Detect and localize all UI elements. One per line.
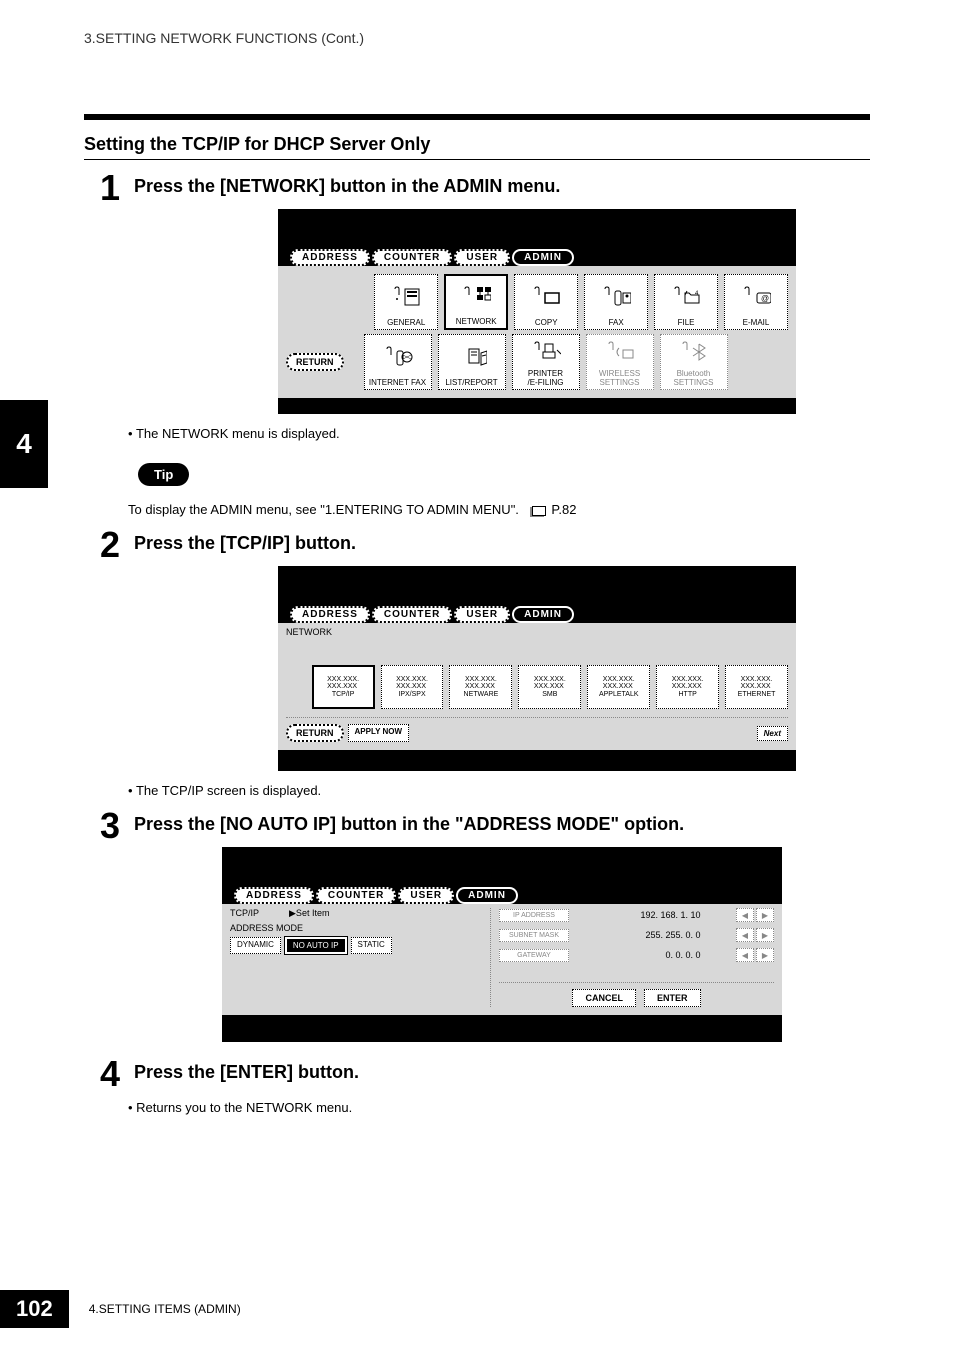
tab-admin[interactable]: ADMIN: [456, 887, 518, 904]
subnet-left-arrow[interactable]: ◀: [736, 928, 754, 942]
tab-address[interactable]: ADDRESS: [234, 887, 314, 904]
apply-now-button[interactable]: APPLY NOW: [348, 724, 410, 742]
ipxspx-button[interactable]: XXX.XXX. XXX.XXXIPX/SPX: [381, 665, 444, 709]
list-report-button[interactable]: LIST/REPORT: [438, 334, 506, 390]
ip-address-value: 192. 168. 1. 10: [603, 910, 703, 920]
tab-counter[interactable]: COUNTER: [372, 606, 452, 623]
gateway-left-arrow[interactable]: ◀: [736, 948, 754, 962]
step-title: Press the [ENTER] button.: [134, 1056, 870, 1083]
static-button[interactable]: STATIC: [351, 937, 392, 954]
ip-right-arrow[interactable]: ▶: [756, 908, 774, 922]
internet-fax-button[interactable]: INTERNET FAX: [364, 334, 432, 390]
tcpip-screenshot: ADDRESS COUNTER USER ADMIN TCP/IP ▶Set I…: [222, 847, 782, 1042]
subnet-value: 255. 255. 0. 0: [603, 930, 703, 940]
cancel-button[interactable]: CANCEL: [572, 989, 636, 1007]
internet-fax-icon: [383, 337, 413, 378]
gateway-value: 0. 0. 0. 0: [603, 950, 703, 960]
tcpip-breadcrumb: TCP/IP: [230, 908, 259, 919]
bluetooth-icon: [679, 337, 709, 369]
tcpip-button[interactable]: XXX.XXX. XXX.XXXTCP/IP: [312, 665, 375, 709]
list-report-icon: [457, 337, 487, 378]
step-number: 2: [100, 527, 124, 775]
copy-button[interactable]: COPY: [514, 274, 578, 330]
step-title: Press the [TCP/IP] button.: [134, 527, 870, 554]
step-title: Press the [NETWORK] button in the ADMIN …: [134, 170, 870, 197]
file-icon: 4: [671, 277, 701, 318]
network-menu-screenshot: ADDRESS COUNTER USER ADMIN NETWORK XXX.X…: [278, 566, 796, 771]
network-breadcrumb: NETWORK: [286, 627, 788, 637]
subnet-field-label[interactable]: SUBNET MASK: [499, 929, 569, 942]
network-button[interactable]: NETWORK: [444, 274, 508, 330]
general-icon: [391, 277, 421, 318]
email-button[interactable]: @ E-MAIL: [724, 274, 788, 330]
netware-button[interactable]: XXX.XXX. XXX.XXXNETWARE: [449, 665, 512, 709]
ethernet-button[interactable]: XXX.XXX. XXX.XXXETHERNET: [725, 665, 788, 709]
svg-text:@: @: [761, 294, 769, 303]
copy-icon: [531, 277, 561, 318]
tab-address[interactable]: ADDRESS: [290, 606, 370, 623]
tab-user[interactable]: USER: [454, 606, 510, 623]
step-title: Press the [NO AUTO IP] button in the "AD…: [134, 808, 870, 835]
fax-button[interactable]: FAX: [584, 274, 648, 330]
step-number: 4: [100, 1056, 124, 1092]
file-button[interactable]: 4 FILE: [654, 274, 718, 330]
printer-efiling-button[interactable]: PRINTER /E-FILING: [512, 334, 580, 390]
svg-text:4: 4: [695, 291, 699, 297]
ip-address-field-label[interactable]: IP ADDRESS: [499, 909, 569, 922]
wireless-button[interactable]: WIRELESS SETTINGS: [586, 334, 654, 390]
bluetooth-button[interactable]: Bluetooth SETTINGS: [660, 334, 728, 390]
gateway-right-arrow[interactable]: ▶: [756, 948, 774, 962]
wireless-icon: [605, 337, 635, 369]
email-icon: @: [741, 277, 771, 318]
gateway-field-label[interactable]: GATEWAY: [499, 949, 569, 962]
enter-button[interactable]: ENTER: [644, 989, 701, 1007]
http-button[interactable]: XXX.XXX. XXX.XXXHTTP: [656, 665, 719, 709]
tab-address[interactable]: ADDRESS: [290, 249, 370, 266]
subnet-right-arrow[interactable]: ▶: [756, 928, 774, 942]
page-number: 102: [0, 1290, 69, 1328]
divider: [84, 114, 870, 120]
address-mode-label: ADDRESS MODE: [230, 923, 470, 933]
tab-counter[interactable]: COUNTER: [316, 887, 396, 904]
return-button[interactable]: RETURN: [286, 353, 344, 371]
no-auto-ip-button[interactable]: NO AUTO IP: [285, 937, 347, 954]
network-icon: [461, 278, 491, 317]
admin-menu-screenshot: ADDRESS COUNTER USER ADMIN GENERAL: [278, 209, 796, 414]
tab-user[interactable]: USER: [398, 887, 454, 904]
next-button[interactable]: Next: [757, 726, 788, 741]
tab-admin[interactable]: ADMIN: [512, 606, 574, 623]
step4-bullet: Returns you to the NETWORK menu.: [128, 1100, 954, 1115]
set-item-label: ▶Set Item: [289, 908, 329, 919]
step-number: 1: [100, 170, 124, 418]
side-tab: 4: [0, 400, 48, 488]
step-1: 1 Press the [NETWORK] button in the ADMI…: [100, 170, 870, 418]
appletalk-button[interactable]: XXX.XXX. XXX.XXXAPPLETALK: [587, 665, 650, 709]
return-button[interactable]: RETURN: [286, 724, 344, 742]
step-2: 2 Press the [TCP/IP] button. ADDRESS COU…: [100, 527, 870, 775]
tab-counter[interactable]: COUNTER: [372, 249, 452, 266]
chapter-header: 3.SETTING NETWORK FUNCTIONS (Cont.): [0, 0, 954, 46]
tab-user[interactable]: USER: [454, 249, 510, 266]
smb-button[interactable]: XXX.XXX. XXX.XXXSMB: [518, 665, 581, 709]
step1-bullet: The NETWORK menu is displayed.: [128, 426, 954, 441]
tip-text: To display the ADMIN menu, see "1.ENTERI…: [128, 502, 954, 517]
tab-admin[interactable]: ADMIN: [512, 249, 574, 266]
footer: 102 4.SETTING ITEMS (ADMIN): [0, 1290, 241, 1328]
step2-bullet: The TCP/IP screen is displayed.: [128, 783, 954, 798]
fax-icon: [601, 277, 631, 318]
footer-text: 4.SETTING ITEMS (ADMIN): [89, 1302, 241, 1316]
step-number: 3: [100, 808, 124, 1046]
printer-icon: [531, 337, 561, 369]
dynamic-button[interactable]: DYNAMIC: [230, 937, 281, 954]
general-button[interactable]: GENERAL: [374, 274, 438, 330]
book-icon: [532, 506, 546, 516]
tip-badge: Tip: [138, 463, 189, 486]
step-3: 3 Press the [NO AUTO IP] button in the "…: [100, 808, 870, 1046]
section-title: Setting the TCP/IP for DHCP Server Only: [84, 134, 870, 160]
step-4: 4 Press the [ENTER] button.: [100, 1056, 870, 1092]
ip-left-arrow[interactable]: ◀: [736, 908, 754, 922]
